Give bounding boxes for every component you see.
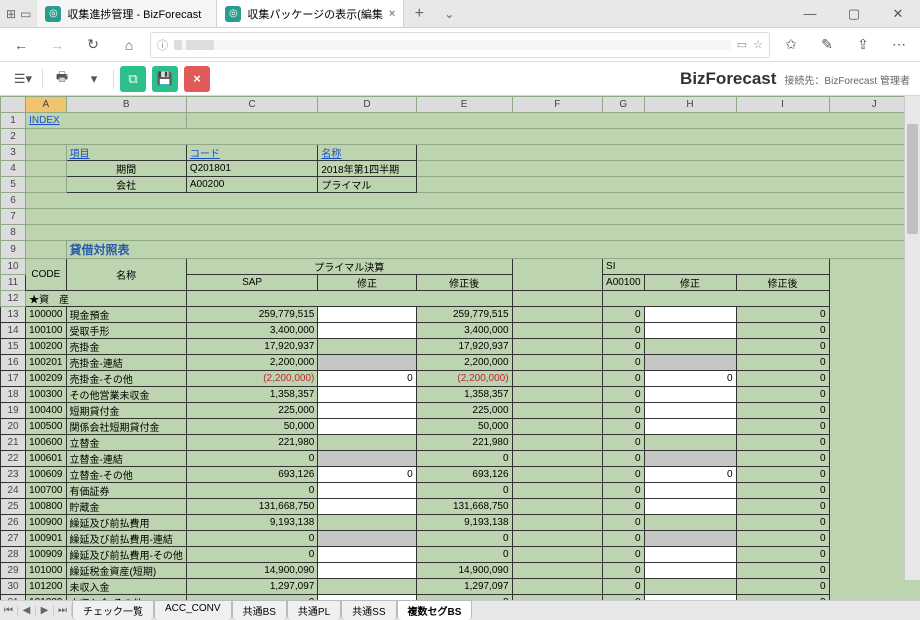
sheet-nav-first[interactable]: ⏮ <box>0 605 18 616</box>
col-header[interactable]: F <box>512 97 602 113</box>
col-header[interactable]: H <box>644 97 736 113</box>
table-row[interactable]: 25100800貯蔵金131,668,750131,668,75000 <box>1 499 920 515</box>
table-row[interactable]: 18100300その他営業未収金1,358,3571,358,35700 <box>1 387 920 403</box>
vertical-scrollbar[interactable] <box>904 96 920 580</box>
sheet-nav-last[interactable]: ⏭ <box>54 605 72 616</box>
share-button[interactable]: ⇪ <box>848 31 878 59</box>
table-row[interactable]: 28100909繰延及び前払費用-その他0000 <box>1 547 920 563</box>
action-save-button[interactable]: 💾 <box>152 66 178 92</box>
print-button[interactable]: 🖶 <box>49 66 75 92</box>
sheet-tab[interactable]: 複数セグBS <box>397 600 473 620</box>
forward-button[interactable]: → <box>42 31 72 59</box>
url-blurred <box>174 40 731 50</box>
table-row[interactable]: 23100609立替金-その他693,1260693,126000 <box>1 467 920 483</box>
table-row[interactable]: 14100100受取手形3,400,0003,400,00000 <box>1 323 920 339</box>
table-row[interactable]: 15100200売掛金17,920,93717,920,93700 <box>1 339 920 355</box>
col-header[interactable]: C <box>186 97 318 113</box>
dropdown-button[interactable]: ▾ <box>81 66 107 92</box>
col-header[interactable]: A <box>26 97 66 113</box>
browser-tab-1[interactable]: ◎ 収集パッケージの表示(編集 × <box>217 0 404 27</box>
home-button[interactable]: ⌂ <box>114 31 144 59</box>
brand-logo: BizForecast <box>680 69 776 89</box>
table-row[interactable]: 16100201売掛金-連結2,200,0002,200,00000 <box>1 355 920 371</box>
tab-label: 収集パッケージの表示(編集 <box>247 6 382 22</box>
index-link[interactable]: INDEX <box>29 115 60 126</box>
table-row[interactable]: 26100900繰延及び前払費用9,193,1389,193,13800 <box>1 515 920 531</box>
tab-close-icon[interactable]: × <box>389 8 395 20</box>
sheet-nav-prev[interactable]: ◀ <box>18 605 36 616</box>
tab-label: 収集進捗管理 - BizForecast <box>67 6 201 22</box>
table-row[interactable]: 24100700有価証券0000 <box>1 483 920 499</box>
sheet-tab[interactable]: 共通SS <box>341 600 396 620</box>
new-tab-button[interactable]: + <box>404 0 434 27</box>
more-button[interactable]: ⋯ <box>884 31 914 59</box>
col-header[interactable]: D <box>318 97 416 113</box>
address-bar: ← → ↻ ⌂ ⓘ ▭ ☆ ✩ ✎ ⇪ ⋯ <box>0 28 920 62</box>
table-row[interactable]: 19100400短期貸付金225,000225,00000 <box>1 403 920 419</box>
col-header[interactable]: E <box>416 97 512 113</box>
action-copy-button[interactable]: ⧉ <box>120 66 146 92</box>
browser-tab-0[interactable]: ◎ 収集進捗管理 - BizForecast <box>37 0 217 27</box>
info-icon: ⓘ <box>157 37 168 53</box>
sheet-nav-next[interactable]: ▶ <box>36 605 54 616</box>
minimize-button[interactable]: — <box>788 0 832 27</box>
window-icon: ⊞ <box>6 7 16 21</box>
sheet-tab[interactable]: 共通PL <box>287 600 341 620</box>
tab-favicon: ◎ <box>45 6 61 22</box>
spreadsheet-area: ABCDEFGHIJ1INDEX23項目コード名称4期間Q2018012018年… <box>0 96 920 600</box>
table-row[interactable]: 22100601立替金-連結0000 <box>1 451 920 467</box>
window-icon-2: ▭ <box>20 7 31 21</box>
sheet-tab[interactable]: ACC_CONV <box>154 600 232 620</box>
favorite-icon[interactable]: ☆ <box>753 38 763 51</box>
col-header[interactable]: B <box>66 97 186 113</box>
close-window-button[interactable]: ✕ <box>876 0 920 27</box>
sheet-tabs-bar: ⏮ ◀ ▶ ⏭ チェック一覧ACC_CONV共通BS共通PL共通SS複数セグBS <box>0 600 920 620</box>
table-row[interactable]: 17100209売掛金-その他(2,200,000)0(2,200,000)00… <box>1 371 920 387</box>
back-button[interactable]: ← <box>6 31 36 59</box>
sheet-tab[interactable]: チェック一覧 <box>72 600 154 620</box>
refresh-button[interactable]: ↻ <box>78 31 108 59</box>
reader-icon[interactable]: ▭ <box>737 38 747 51</box>
table-row[interactable]: 27100901繰延及び前払費用-連結0000 <box>1 531 920 547</box>
menu-button[interactable]: ☰▾ <box>10 66 36 92</box>
table-row[interactable]: 13100000現金預金259,779,515259,779,51500 <box>1 307 920 323</box>
table-row[interactable]: 30101200未収入金1,297,0971,297,09700 <box>1 579 920 595</box>
table-row[interactable]: 31101209未収入金-その他0000 <box>1 595 920 601</box>
maximize-button[interactable]: ▢ <box>832 0 876 27</box>
favorites-button[interactable]: ✩ <box>776 31 806 59</box>
tab-favicon: ◎ <box>225 6 241 22</box>
browser-titlebar: ⊞ ▭ ◎ 収集進捗管理 - BizForecast ◎ 収集パッケージの表示(… <box>0 0 920 28</box>
spreadsheet-grid[interactable]: ABCDEFGHIJ1INDEX23項目コード名称4期間Q2018012018年… <box>0 96 920 600</box>
sheet-tab[interactable]: 共通BS <box>232 600 287 620</box>
connection-status: 接続先：BizForecast 管理者 <box>784 72 910 87</box>
table-row[interactable]: 21100600立替金221,980221,98000 <box>1 435 920 451</box>
app-toolbar: ☰▾ 🖶 ▾ ⧉ 💾 × BizForecast 接続先：BizForecast… <box>0 62 920 96</box>
col-header[interactable]: I <box>736 97 829 113</box>
url-field[interactable]: ⓘ ▭ ☆ <box>150 32 770 58</box>
notes-button[interactable]: ✎ <box>812 31 842 59</box>
table-row[interactable]: 20100500関係会社短期貸付金50,00050,00000 <box>1 419 920 435</box>
section-title: 貸借対照表 <box>70 243 130 257</box>
action-cancel-button[interactable]: × <box>184 66 210 92</box>
tab-menu-button[interactable]: ⌄ <box>434 0 464 27</box>
table-row[interactable]: 29101000繰延税金資産(短期)14,900,09014,900,09000 <box>1 563 920 579</box>
col-header[interactable]: G <box>603 97 644 113</box>
